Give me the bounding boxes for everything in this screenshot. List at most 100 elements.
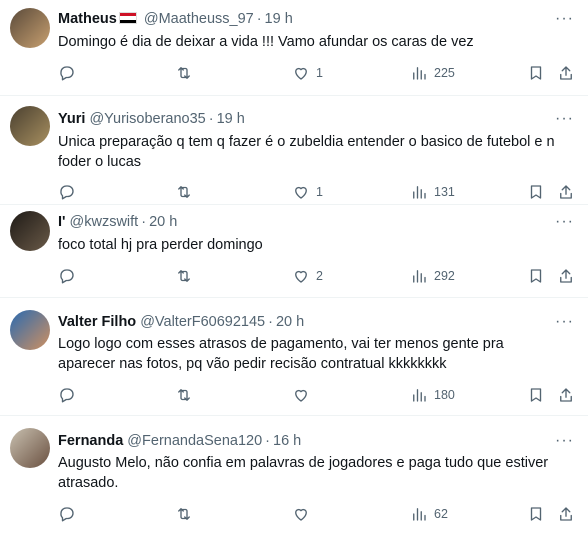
tweet-text: Domingo é dia de deixar a vida !!! Vamo … (58, 32, 580, 52)
tweet-text-line: foder o lucas (58, 154, 142, 170)
bookmark-icon (530, 507, 542, 521)
separator-dot: · (256, 11, 262, 27)
reply-icon (60, 66, 74, 81)
like-count: 1 (316, 66, 323, 80)
reply-button[interactable] (58, 267, 76, 285)
tweet[interactable]: Valter Filho @ValterF60692145 · 20 h ··· L… (0, 298, 588, 416)
avatar[interactable] (10, 211, 50, 251)
bookmark-button[interactable] (527, 267, 545, 285)
like-button[interactable]: 1 (292, 64, 323, 82)
more-icon[interactable]: ··· (555, 214, 574, 230)
timestamp[interactable]: 19 h (217, 111, 245, 127)
author-name[interactable]: I' (58, 214, 65, 230)
bookmark-button[interactable] (527, 183, 545, 201)
reply-button[interactable] (58, 183, 76, 201)
author-name[interactable]: Fernanda (58, 433, 123, 449)
share-button[interactable] (557, 64, 575, 82)
view-count: 225 (434, 66, 455, 80)
retweet-button[interactable] (175, 267, 193, 285)
retweet-button[interactable] (175, 505, 193, 523)
reply-button[interactable] (58, 64, 76, 82)
author-name[interactable]: Yuri (58, 111, 85, 127)
reply-icon (60, 185, 74, 200)
like-button[interactable]: 1 (292, 183, 323, 201)
more-icon[interactable]: ··· (555, 314, 574, 330)
share-button[interactable] (557, 505, 575, 523)
share-icon (560, 269, 572, 283)
timestamp[interactable]: 19 h (265, 11, 293, 27)
tweet-text-line: Domingo é dia de deixar a vida !!! Vamo … (58, 34, 474, 50)
views-button[interactable]: 62 (410, 505, 448, 523)
author-name[interactable]: Valter Filho (58, 314, 136, 330)
heart-icon (295, 186, 307, 199)
reply-button[interactable] (58, 386, 76, 404)
author-handle[interactable]: @FernandaSena120 (127, 433, 262, 449)
bookmark-button[interactable] (527, 386, 545, 404)
more-icon[interactable]: ··· (555, 111, 574, 127)
retweet-icon (178, 67, 190, 79)
share-button[interactable] (557, 386, 575, 404)
avatar[interactable] (10, 428, 50, 468)
more-icon[interactable]: ··· (555, 433, 574, 449)
share-icon (560, 388, 572, 402)
author-handle[interactable]: @ValterF60692145 (140, 314, 265, 330)
like-button[interactable]: 2 (292, 267, 323, 285)
bookmark-button[interactable] (527, 505, 545, 523)
separator-dot: · (141, 214, 147, 230)
tweet-text: Unica preparação q tem q fazer é o zubel… (58, 132, 588, 172)
tweet-text: Augusto Melo, não confia em palavras de … (58, 453, 580, 493)
author-handle[interactable]: @kwzswift (70, 214, 139, 230)
tweet[interactable]: Matheus @Maatheuss_97 · 19 h ··· Domingo é… (0, 0, 588, 96)
views-button[interactable]: 131 (410, 183, 455, 201)
share-button[interactable] (557, 183, 575, 201)
views-icon (413, 389, 426, 402)
heart-icon (295, 270, 307, 283)
reply-icon (60, 269, 74, 284)
bookmark-icon (530, 269, 542, 283)
heart-icon (295, 389, 307, 402)
timestamp[interactable]: 20 h (149, 214, 177, 230)
timestamp[interactable]: 16 h (273, 433, 301, 449)
bookmark-button[interactable] (527, 64, 545, 82)
reply-button[interactable] (58, 505, 76, 523)
tweet[interactable]: Yuri @Yurisoberano35 · 19 h ··· Unica prep… (0, 96, 588, 205)
retweet-button[interactable] (175, 64, 193, 82)
retweet-button[interactable] (175, 183, 193, 201)
retweet-icon (178, 508, 190, 520)
share-icon (560, 66, 572, 80)
retweet-icon (178, 270, 190, 282)
share-icon (560, 185, 572, 199)
tweet-text-line: Augusto Melo, não confia em palavras de … (58, 455, 549, 471)
retweet-icon (178, 186, 190, 198)
tweet-text-line: aparecer nas fotos, pq vão pedir recisão… (58, 356, 447, 372)
heart-icon (295, 67, 307, 80)
avatar[interactable] (10, 8, 50, 48)
author-name[interactable]: Matheus (58, 11, 117, 27)
view-count: 131 (434, 185, 455, 199)
tweet[interactable]: I' @kwzswift · 20 h ··· foco total hj pra … (0, 205, 588, 298)
like-count: 1 (316, 185, 323, 199)
tweet-text: foco total hj pra perder domingo (58, 235, 580, 255)
like-count: 2 (316, 269, 323, 283)
views-button[interactable]: 225 (410, 64, 455, 82)
egypt-flag-icon (118, 12, 137, 24)
reply-icon (60, 507, 74, 522)
tweet-text-line: Unica preparação q tem q fazer é o zubel… (58, 134, 555, 150)
like-button[interactable] (292, 505, 310, 523)
more-icon[interactable]: ··· (555, 11, 574, 27)
bookmark-icon (530, 66, 542, 80)
share-button[interactable] (557, 267, 575, 285)
views-button[interactable]: 180 (410, 386, 455, 404)
tweet[interactable]: Fernanda @FernandaSena120 · 16 h ··· Augus… (0, 416, 588, 545)
timestamp[interactable]: 20 h (276, 314, 304, 330)
bookmark-icon (530, 388, 542, 402)
author-handle[interactable]: @Maatheuss_97 (144, 11, 254, 27)
tweet-text-line: foco total hj pra perder domingo (58, 237, 263, 253)
avatar[interactable] (10, 106, 50, 146)
author-handle[interactable]: @Yurisoberano35 (89, 111, 205, 127)
retweet-button[interactable] (175, 386, 193, 404)
like-button[interactable] (292, 386, 310, 404)
avatar[interactable] (10, 310, 50, 350)
views-button[interactable]: 292 (410, 267, 455, 285)
views-icon (413, 67, 426, 80)
